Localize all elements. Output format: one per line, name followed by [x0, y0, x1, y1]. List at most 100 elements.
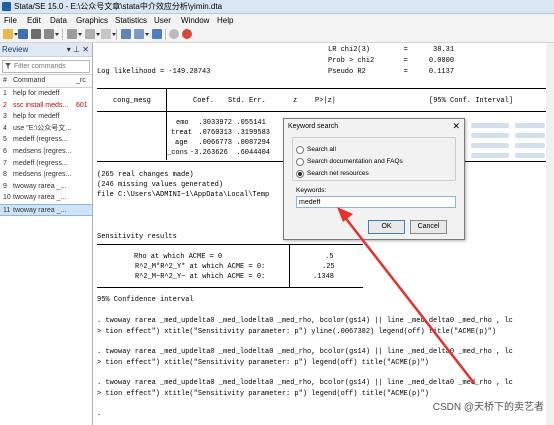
- log-icon[interactable]: [44, 29, 59, 39]
- sensitivity-title: Sensitivity results: [97, 233, 177, 241]
- command-line: > tion effect") xtitle("Sensitivity para…: [97, 328, 497, 336]
- ci-line: 95% Confidence interval: [97, 296, 194, 304]
- review-column-header: # Command _rc: [0, 74, 92, 88]
- filter-commands-box[interactable]: [2, 60, 90, 73]
- review-row[interactable]: 11 twoway rarea _...: [0, 204, 92, 216]
- prob-chi2-line: Prob > chi2 = 0.0000: [328, 57, 455, 65]
- log-likelihood-line: Log likelihood = -149.28743: [97, 68, 211, 76]
- keywords-input[interactable]: [297, 197, 455, 208]
- dofile-editor-icon[interactable]: [101, 29, 116, 39]
- table-rule: [97, 111, 547, 112]
- se-value: .055141: [228, 119, 266, 127]
- keywords-field[interactable]: [296, 196, 456, 208]
- menu-statistics[interactable]: Statistics: [115, 15, 147, 26]
- sens-value: .5: [325, 253, 334, 261]
- column-num[interactable]: #: [3, 76, 7, 86]
- review-row[interactable]: 5 medeff (regress...: [0, 134, 92, 146]
- pseudo-r2-line: Pseudo R2 = 0.1137: [328, 68, 455, 76]
- viewer-icon[interactable]: [67, 29, 82, 39]
- filter-commands-input[interactable]: [14, 61, 86, 72]
- cancel-button[interactable]: Cancel: [410, 220, 447, 234]
- blurred-value: [471, 133, 509, 138]
- break-icon[interactable]: [182, 29, 192, 39]
- review-row[interactable]: 8 medsens (regres...: [0, 169, 92, 181]
- ok-button[interactable]: OK: [368, 220, 405, 234]
- dialog-close-icon[interactable]: ✕: [452, 121, 460, 131]
- row-command: twoway rarea _...: [13, 194, 67, 202]
- menu-graphics[interactable]: Graphics: [76, 15, 108, 26]
- review-row[interactable]: 9 twoway rarea _...: [0, 181, 92, 193]
- review-row[interactable]: 7 medeff (regress...: [0, 158, 92, 170]
- row-number: 11: [3, 207, 11, 214]
- variables-manager-icon[interactable]: [152, 29, 162, 39]
- sens-divider: [289, 244, 290, 288]
- sens-value: .25: [322, 263, 335, 271]
- review-row[interactable]: 4 use "E:\公众号文...: [0, 123, 92, 135]
- review-row[interactable]: 6 medsens (regres...: [0, 146, 92, 158]
- row-number: 2: [3, 101, 7, 109]
- more-icon[interactable]: [169, 29, 179, 39]
- row-number: 10: [3, 194, 11, 202]
- review-row[interactable]: 10 twoway rarea _...: [0, 192, 92, 204]
- note-line: file C:\Users\ADMINI~1\AppData\Local\Tem…: [97, 191, 270, 199]
- row-number: 8: [3, 171, 7, 179]
- review-row[interactable]: 1 help for medeff: [0, 88, 92, 100]
- column-rc[interactable]: _rc: [76, 76, 86, 86]
- command-line: . twoway rarea _med_updelta0 _med_lodelt…: [97, 379, 513, 387]
- menu-file[interactable]: File: [4, 15, 17, 26]
- se-value: .6044404: [228, 149, 271, 157]
- coef-value: .0760313: [190, 129, 233, 137]
- se-value: .0087294: [228, 139, 271, 147]
- sens-value: .1348: [313, 273, 335, 281]
- col-depvar: cong_mesg: [113, 97, 151, 105]
- sens-label: R^2_M*R^2_Y* at which ACME = 0:: [135, 263, 266, 271]
- close-icon[interactable]: ✕: [82, 44, 89, 55]
- menu-data[interactable]: Data: [50, 15, 67, 26]
- print-icon[interactable]: [31, 29, 41, 39]
- row-command: medsens (regres...: [13, 148, 72, 155]
- note-line: (265 real changes made): [97, 171, 194, 179]
- coef-value: .3033972: [190, 119, 233, 127]
- row-rc: 601: [76, 101, 88, 109]
- menu-edit[interactable]: Edit: [27, 15, 41, 26]
- review-title: Review: [2, 45, 29, 54]
- keywords-label: Keywords:: [296, 187, 327, 194]
- row-number: 3: [3, 113, 7, 121]
- col-se: Std. Err.: [228, 97, 266, 105]
- search-scope-group: Search all Search documentation and FAQs…: [292, 137, 456, 181]
- menu-help[interactable]: Help: [217, 15, 233, 26]
- coef-value: -3.263626: [190, 149, 228, 157]
- column-command[interactable]: Command: [13, 76, 45, 86]
- radio-button-selected[interactable]: [296, 170, 304, 178]
- blurred-value: [471, 123, 509, 128]
- row-command: medeff (regress...: [13, 159, 68, 167]
- row-command: medsens (regres...: [13, 171, 72, 179]
- sens-rule: [97, 244, 363, 245]
- review-row[interactable]: 2 ssc install meds... 601: [0, 100, 92, 112]
- row-command: use "E:\公众号文...: [13, 124, 72, 132]
- row-command: twoway rarea _...: [13, 182, 67, 190]
- data-editor-icon[interactable]: [121, 29, 131, 39]
- pin-icon[interactable]: ▾ ⊥: [67, 44, 80, 55]
- menu-window[interactable]: Window: [181, 15, 209, 26]
- toolbar-separator: [165, 29, 166, 40]
- menu-user[interactable]: User: [154, 15, 171, 26]
- col-p: P>|z|: [315, 97, 337, 105]
- option-label: Search net resources: [307, 170, 369, 177]
- results-scrollbar[interactable]: [546, 43, 554, 425]
- graph-icon[interactable]: [85, 29, 100, 39]
- radio-button[interactable]: [296, 158, 304, 166]
- option-label: Search all: [307, 146, 336, 153]
- dialog-title: Keyword search: [288, 123, 339, 130]
- row-command: help for medeff: [13, 113, 60, 121]
- option-label: Search documentation and FAQs: [307, 158, 403, 165]
- se-value: .3199583: [228, 129, 271, 137]
- stata-app-icon: [2, 2, 11, 11]
- review-row[interactable]: 3 help for medeff: [0, 111, 92, 123]
- data-browser-icon[interactable]: [134, 29, 149, 39]
- coef-row-label: treat: [171, 129, 193, 137]
- save-icon[interactable]: [18, 29, 28, 39]
- open-icon[interactable]: [3, 29, 18, 39]
- radio-button[interactable]: [296, 146, 304, 154]
- row-command: help for medeff: [13, 90, 60, 97]
